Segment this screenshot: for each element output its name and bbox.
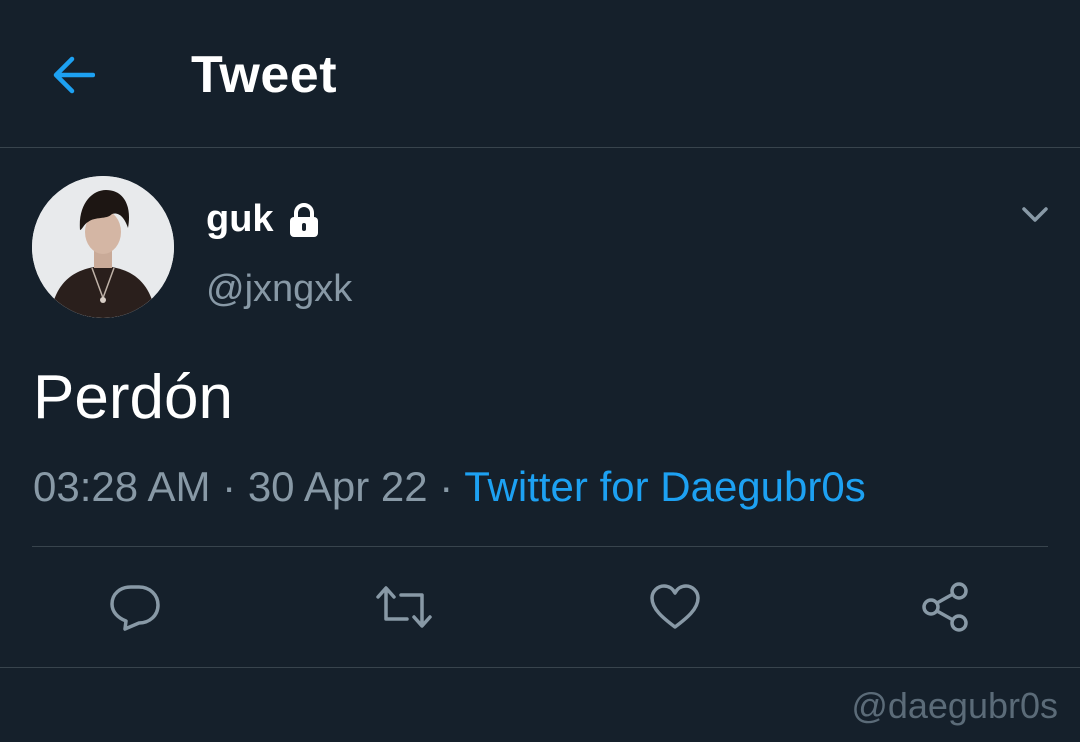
share-button[interactable] bbox=[917, 579, 973, 635]
top-app-bar: Tweet bbox=[0, 0, 1080, 148]
lock-icon bbox=[286, 202, 322, 238]
reply-button[interactable] bbox=[107, 579, 163, 635]
watermark: @daegubr0s bbox=[851, 685, 1058, 726]
tweet-text: Perdón bbox=[33, 363, 233, 432]
author-name: guk bbox=[206, 198, 274, 240]
arrow-left-icon bbox=[51, 55, 95, 95]
tweet-menu-button[interactable] bbox=[1014, 196, 1056, 234]
avatar[interactable] bbox=[32, 176, 174, 318]
author-display-name[interactable]: guk bbox=[206, 196, 322, 242]
tweet-metadata: 03:28 AM · 30 Apr 22 · Twitter for Daegu… bbox=[33, 462, 866, 512]
retweet-icon bbox=[374, 583, 434, 631]
tweet-date: 30 Apr 22 bbox=[247, 463, 428, 510]
chevron-down-icon bbox=[1021, 206, 1049, 224]
share-icon bbox=[919, 581, 971, 633]
page-title: Tweet bbox=[191, 46, 338, 104]
meta-separator: · bbox=[439, 463, 454, 510]
retweet-button[interactable] bbox=[376, 579, 432, 635]
like-button[interactable] bbox=[647, 579, 703, 635]
back-button[interactable] bbox=[46, 50, 100, 100]
meta-separator: · bbox=[222, 463, 237, 510]
reply-icon bbox=[109, 583, 161, 631]
tweet-actions bbox=[0, 547, 1080, 668]
heart-icon bbox=[649, 583, 701, 631]
tweet-time: 03:28 AM bbox=[33, 463, 211, 510]
tweet-source-link[interactable]: Twitter for Daegubr0s bbox=[464, 463, 866, 510]
author-handle[interactable]: @jxngxk bbox=[206, 266, 352, 312]
